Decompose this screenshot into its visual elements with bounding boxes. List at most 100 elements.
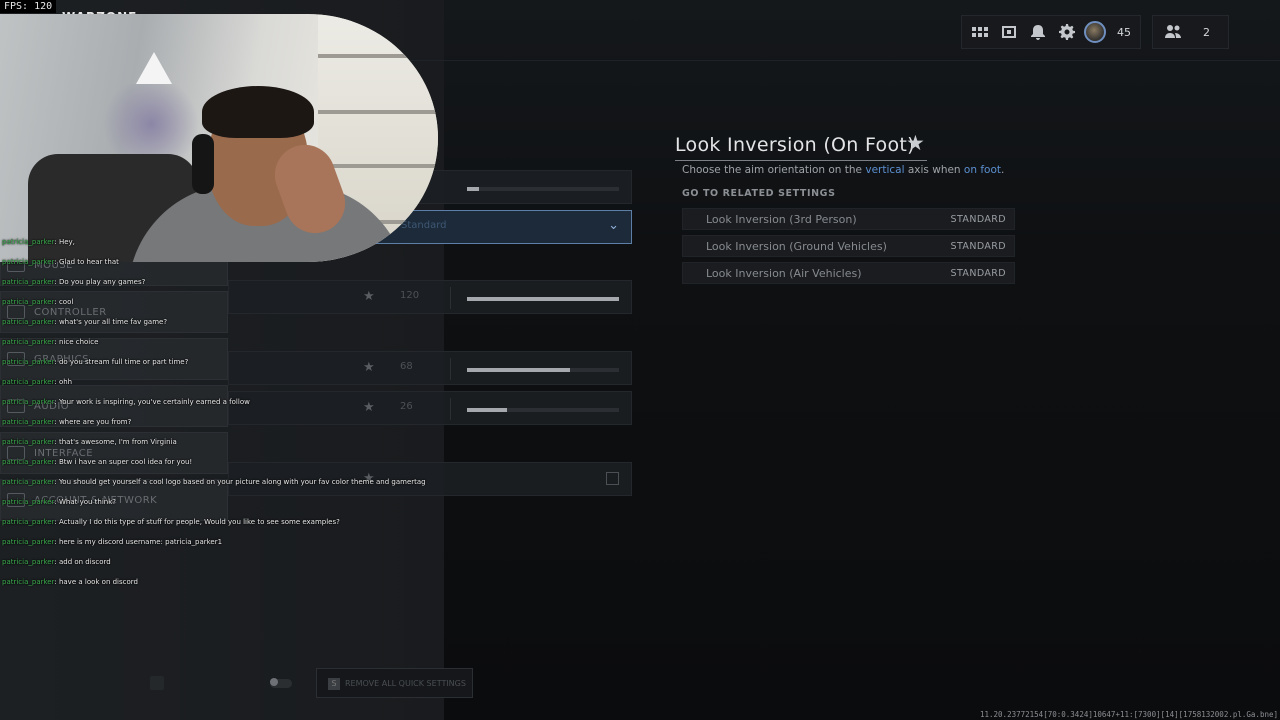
key-hint: S [328, 678, 340, 690]
chat-text: : nice choice [54, 338, 99, 346]
chat-message: patricia_parker: Do you play any games? [2, 278, 145, 286]
setting-title: Look Inversion (On Foot) [675, 134, 915, 156]
setting-row-slider[interactable]: ★ 68 [228, 351, 632, 385]
chat-message: patricia_parker: You should get yourself… [2, 478, 426, 486]
player-level: 45 [1117, 25, 1131, 39]
chat-text: : cool [54, 298, 74, 306]
chat-username: patricia_parker [2, 538, 55, 546]
related-setting-ground-vehicles[interactable]: Look Inversion (Ground Vehicles) STANDAR… [682, 235, 1015, 257]
related-settings-header: GO TO RELATED SETTINGS [682, 188, 836, 199]
setting-row-slider[interactable]: ★ 120 [228, 280, 632, 314]
webcam-triangle-light [136, 52, 172, 84]
party-icon [1161, 20, 1185, 44]
related-setting-value: STANDARD [950, 241, 1006, 252]
chat-username: patricia_parker [2, 278, 55, 286]
slider-track[interactable] [467, 368, 619, 372]
slider-fill [467, 297, 619, 301]
chat-username: patricia_parker [2, 498, 55, 506]
chat-username: patricia_parker [2, 558, 55, 566]
webcam-overlay [0, 14, 438, 262]
webcam-headset [192, 134, 214, 194]
quick-settings-toggle[interactable] [146, 668, 306, 698]
setting-row-slider[interactable]: ★ 26 [228, 391, 632, 425]
chat-text: : what's your all time fav game? [54, 318, 168, 326]
chat-username: patricia_parker [2, 378, 55, 386]
player-avatar[interactable] [1084, 21, 1106, 43]
chat-username: patricia_parker [2, 238, 55, 246]
slider-value[interactable]: 26 [389, 398, 451, 420]
webcam-lamp [96, 84, 206, 164]
related-setting-air-vehicles[interactable]: Look Inversion (Air Vehicles) STANDARD [682, 262, 1015, 284]
chat-username: patricia_parker [2, 358, 55, 366]
bell-icon[interactable] [1026, 20, 1050, 44]
toggle-knob [270, 678, 278, 686]
favorite-star-icon[interactable]: ★ [363, 400, 375, 415]
chat-username: patricia_parker [2, 578, 55, 586]
chat-text: : What you think? [54, 498, 116, 506]
slider-fill [467, 408, 507, 412]
setting-description: Choose the aim orientation on the vertic… [682, 164, 1005, 176]
chat-message: patricia_parker: cool [2, 298, 73, 306]
chat-text: : here is my discord username: patricia_… [54, 538, 223, 546]
chat-username: patricia_parker [2, 318, 55, 326]
chat-text: : ohh [54, 378, 73, 386]
chat-message: patricia_parker: here is my discord user… [2, 538, 222, 546]
party-tray[interactable]: 2 [1152, 15, 1229, 49]
chat-text: : Your work is inspiring, you've certain… [54, 398, 250, 406]
chat-text: : add on discord [54, 558, 111, 566]
party-count: 2 [1203, 25, 1210, 39]
chat-message: patricia_parker: Your work is inspiring,… [2, 398, 250, 406]
chat-username: patricia_parker [2, 458, 55, 466]
chat-message: patricia_parker: do you stream full time… [2, 358, 188, 366]
slider-value[interactable]: 68 [389, 358, 451, 380]
slider-fill [467, 368, 571, 372]
chat-message: patricia_parker: What you think? [2, 498, 116, 506]
title-underline [675, 160, 927, 161]
remove-quick-settings-button[interactable]: S REMOVE ALL QUICK SETTINGS [316, 668, 473, 698]
chat-text: : Do you play any games? [54, 278, 146, 286]
chat-message: patricia_parker: what's your all time fa… [2, 318, 167, 326]
slider-track[interactable] [467, 187, 619, 191]
related-setting-3rd-person[interactable]: Look Inversion (3rd Person) STANDARD [682, 208, 1015, 230]
favorite-star-icon[interactable]: ★ [363, 289, 375, 304]
favorite-star-icon[interactable]: ★ [906, 131, 925, 155]
favorite-star-icon[interactable]: ★ [363, 360, 375, 375]
related-setting-label: Look Inversion (3rd Person) [706, 213, 857, 226]
chat-username: patricia_parker [2, 298, 55, 306]
chat-username: patricia_parker [2, 338, 55, 346]
controller-icon [7, 305, 25, 319]
chat-text: : where are you from? [54, 418, 132, 426]
chat-username: patricia_parker [2, 518, 55, 526]
chat-message: patricia_parker: where are you from? [2, 418, 131, 426]
chat-username: patricia_parker [2, 418, 55, 426]
webcam-streamer-hair [202, 86, 314, 138]
chevron-down-icon: ⌄ [608, 218, 619, 233]
related-setting-value: STANDARD [950, 214, 1006, 225]
chat-text: : do you stream full time or part time? [54, 358, 189, 366]
chat-message: patricia_parker: that's awesome, I'm fro… [2, 438, 177, 446]
gear-icon[interactable] [1055, 20, 1079, 44]
category-label: CONTROLLER [34, 307, 107, 318]
remove-quick-settings-label: REMOVE ALL QUICK SETTINGS [345, 679, 466, 688]
related-setting-value: STANDARD [950, 268, 1006, 279]
related-setting-label: Look Inversion (Ground Vehicles) [706, 240, 887, 253]
slider-value[interactable]: 120 [389, 287, 451, 309]
grid-menu-icon[interactable] [968, 20, 992, 44]
chat-message: patricia_parker: nice choice [2, 338, 98, 346]
related-setting-label: Look Inversion (Air Vehicles) [706, 267, 862, 280]
slider-fill [467, 187, 480, 191]
chat-text: : Actually I do this type of stuff for p… [54, 518, 340, 526]
chat-username: patricia_parker [2, 438, 55, 446]
chat-message: patricia_parker: have a look on discord [2, 578, 138, 586]
toggle-key-icon [150, 676, 164, 690]
external-link-icon[interactable] [606, 472, 619, 485]
slider-track[interactable] [467, 408, 619, 412]
chat-message: patricia_parker: ohh [2, 378, 72, 386]
chat-text: : Glad to hear that [54, 258, 119, 266]
chat-text: : Hey, [54, 238, 75, 246]
chat-message: patricia_parker: Btw i have an super coo… [2, 458, 192, 466]
slider-track[interactable] [467, 297, 619, 301]
top-tray: 45 [961, 15, 1141, 49]
store-icon[interactable] [997, 20, 1021, 44]
chat-message: patricia_parker: Hey, [2, 238, 75, 246]
